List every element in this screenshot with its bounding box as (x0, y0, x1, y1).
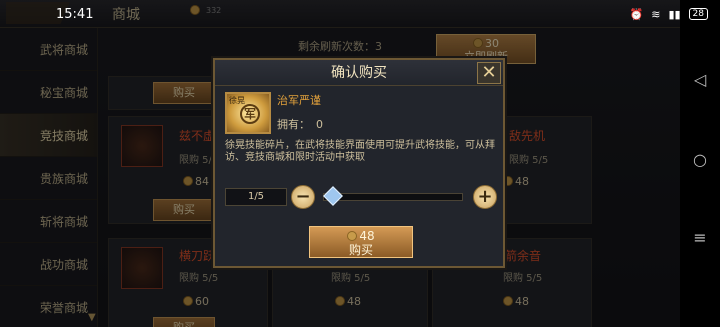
owned-count: 拥有： 0 (277, 116, 323, 132)
item-description: 徐晃技能碎片，在武将技能界面使用可提升武将技能，可从拜访、竞技商城和限时活动中获… (225, 140, 495, 163)
battery-icon: 28 (688, 8, 708, 20)
buy-button-label: 购买 (348, 243, 373, 257)
confirm-buy-button[interactable]: 48 购买 (309, 226, 413, 258)
coin-icon (347, 231, 358, 241)
buy-price-value: 48 (359, 229, 375, 243)
item-name: 治军严谨 (277, 94, 321, 107)
back-nav-icon[interactable]: ◁ (690, 70, 710, 90)
increase-button[interactable]: + (473, 185, 497, 209)
system-nav-bar: ◁ ○ ≡ (680, 0, 720, 327)
home-nav-icon[interactable]: ○ (690, 150, 710, 170)
item-icon: 徐晃 军 (225, 92, 271, 134)
recents-nav-icon[interactable]: ≡ (690, 228, 710, 248)
status-time: 15:41 (56, 6, 94, 22)
slider-thumb[interactable] (323, 186, 343, 206)
item-tag: 徐晃 (229, 96, 245, 105)
quantity-slider[interactable] (323, 186, 463, 206)
dialog-title: 确认购买 (215, 60, 503, 86)
confirm-purchase-dialog: 确认购买 ✕ 徐晃 军 治军严谨 拥有： 0 徐晃技能碎片，在武将技能界面使用可提… (213, 58, 505, 268)
alarm-icon: ⏰ (629, 7, 644, 21)
game-screen: 商城 332 武将商城 秘宝商城 竞技商城 贵族商城 斩将商城 战功商城 荣誉商… (0, 0, 680, 327)
status-icons: ⏰ ≋ ▮▮ 28 (630, 8, 708, 21)
decrease-button[interactable]: − (291, 185, 315, 209)
owned-value: 0 (316, 118, 323, 131)
quantity-display: 1/5 (225, 188, 287, 206)
owned-label: 拥有： (277, 118, 310, 131)
buy-price: 48 (310, 229, 412, 243)
item-glyph: 军 (240, 104, 260, 124)
close-button[interactable]: ✕ (477, 62, 501, 84)
signal-icon: ▮▮ (668, 7, 681, 21)
wifi-icon: ≋ (651, 7, 661, 21)
status-bar: 15:41 ⏰ ≋ ▮▮ 28 (0, 0, 720, 28)
